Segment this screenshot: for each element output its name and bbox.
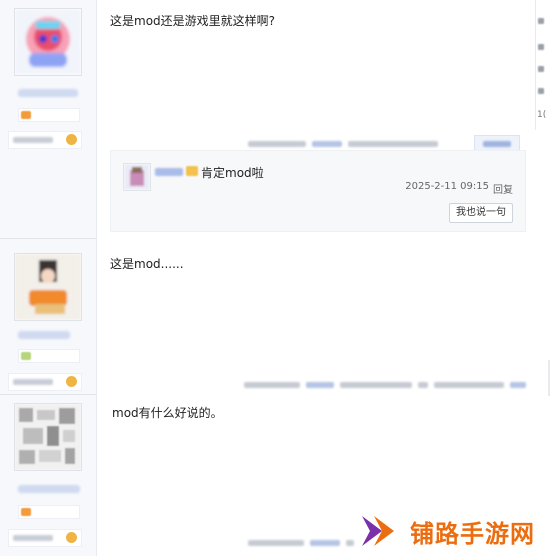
- avatar-image: [15, 254, 81, 320]
- post-floor-1: 这是mod还是游戏里就这样啊? 肯定mod啦 2025-2-11 09:15 回…: [0, 0, 550, 238]
- post-meta-blurred: [244, 380, 526, 390]
- post-content: 这是mod......: [110, 257, 184, 271]
- vip-icon: [186, 166, 198, 176]
- author-stats: [8, 373, 82, 391]
- author-sidebar: [0, 394, 97, 556]
- author-avatar[interactable]: [14, 8, 82, 76]
- commenter-name-blurred[interactable]: [155, 168, 183, 176]
- right-edge-text: 1(: [537, 110, 547, 120]
- coin-icon: [66, 134, 77, 145]
- commenter-avatar[interactable]: [123, 163, 151, 191]
- coin-icon: [66, 532, 77, 543]
- watermark-logo-icon: [362, 516, 394, 546]
- author-stats: [8, 529, 82, 547]
- author-name-blurred[interactable]: [18, 89, 78, 97]
- comment-text: 肯定mod啦: [201, 166, 264, 180]
- author-sidebar: [0, 238, 97, 394]
- level-badge: [18, 505, 80, 519]
- post-content: mod有什么好说的。: [112, 406, 223, 420]
- avatar-image: [15, 404, 81, 470]
- say-something-button[interactable]: 我也说一句: [449, 203, 513, 223]
- watermark-text: 铺路手游网: [410, 519, 535, 548]
- author-stats: [8, 131, 82, 149]
- site-watermark: 铺路手游网: [360, 508, 550, 554]
- post-meta-blurred: [248, 139, 438, 149]
- post-meta-blurred: [248, 538, 354, 548]
- comment-box: 肯定mod啦 2025-2-11 09:15 回复 我也说一句: [110, 150, 526, 232]
- comment-reply-link[interactable]: 回复: [493, 181, 513, 196]
- right-sidebar-fragment: 1(: [535, 0, 550, 130]
- author-name-blurred[interactable]: [18, 331, 70, 339]
- coin-icon: [66, 376, 77, 387]
- author-sidebar: [0, 0, 97, 238]
- author-avatar[interactable]: [14, 253, 82, 321]
- post-content: 这是mod还是游戏里就这样啊?: [110, 14, 276, 28]
- post-floor-2: 这是mod......: [0, 238, 550, 394]
- level-badge: [18, 349, 80, 363]
- avatar-image: [15, 9, 81, 75]
- comment-time: 2025-2-11 09:15: [405, 181, 489, 192]
- author-avatar[interactable]: [14, 403, 82, 471]
- level-badge: [18, 108, 80, 122]
- author-name-blurred[interactable]: [18, 485, 80, 493]
